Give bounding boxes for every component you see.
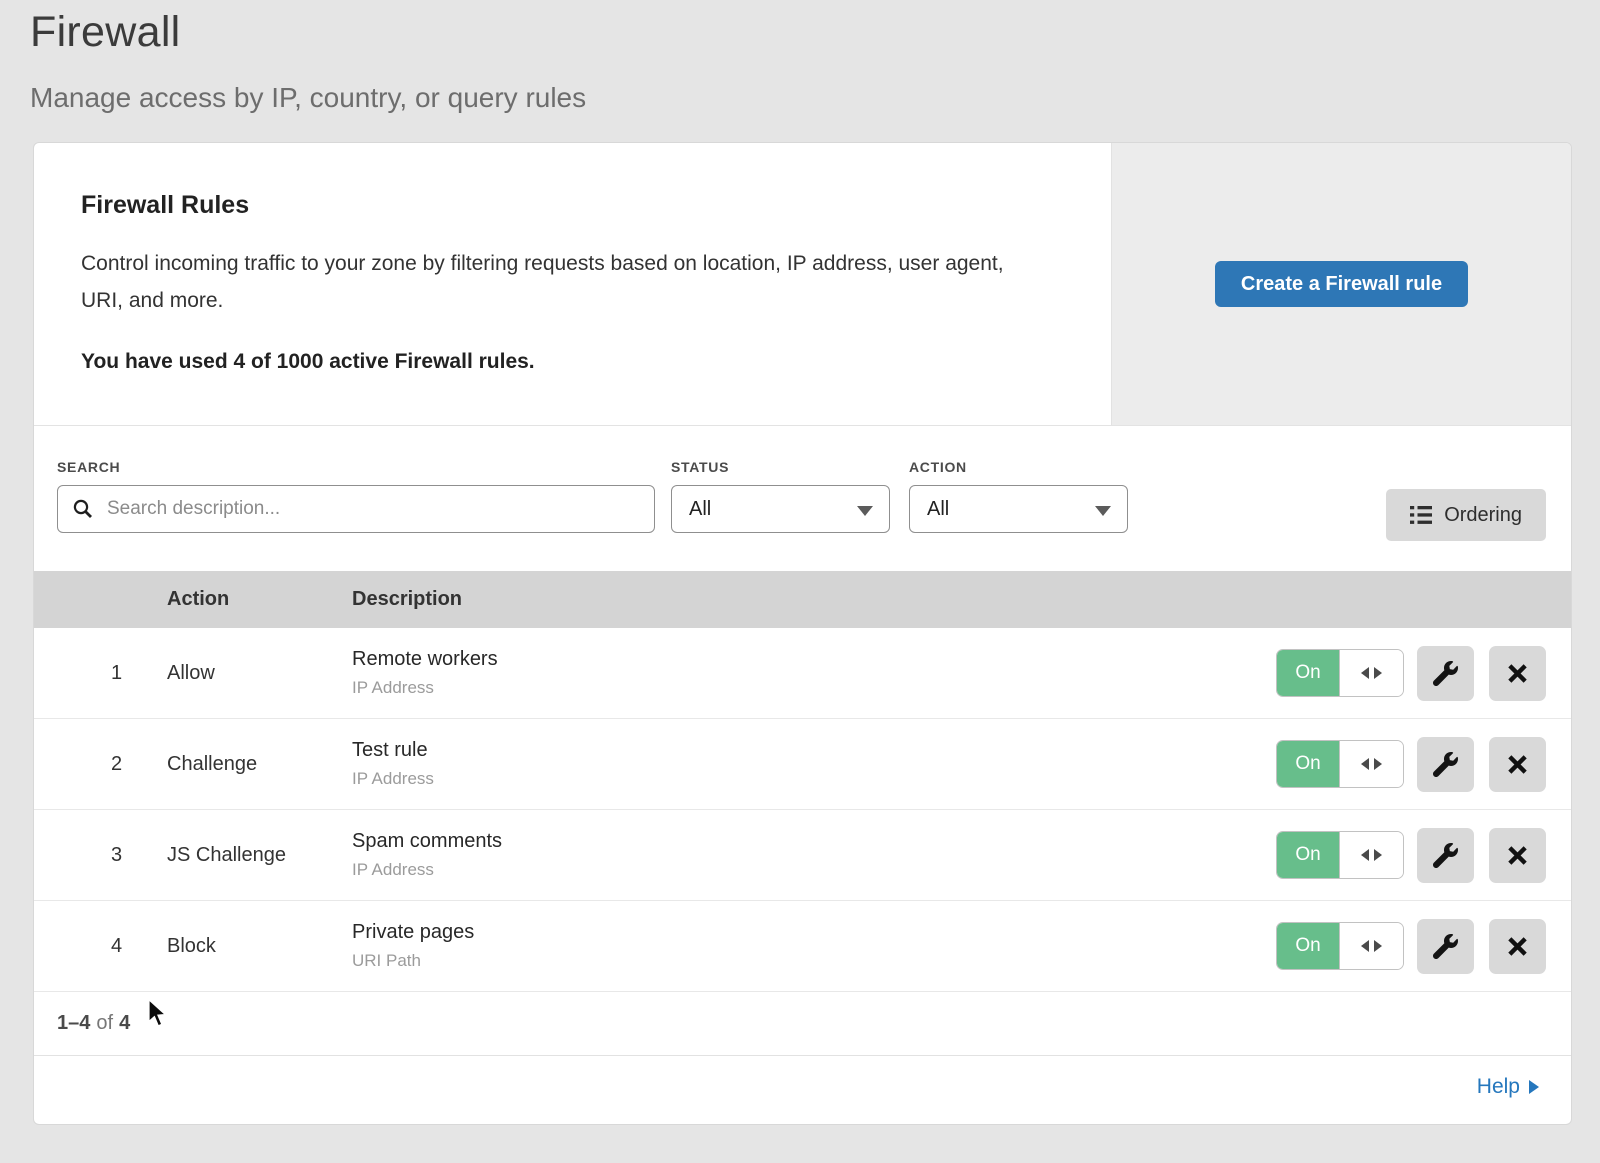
pagination-of: of <box>96 1012 113 1035</box>
rule-description-title: Remote workers <box>352 648 1276 671</box>
action-select-value: All <box>927 498 949 521</box>
rule-priority: 2 <box>34 753 167 776</box>
wrench-icon <box>1433 752 1458 777</box>
x-icon <box>1506 753 1529 776</box>
delete-rule-button[interactable] <box>1489 737 1546 792</box>
page: Firewall Manage access by IP, country, o… <box>0 0 1600 1163</box>
pagination-total: 4 <box>119 1012 130 1035</box>
filters-spacer <box>1147 459 1386 571</box>
firewall-rules-intro: Firewall Rules Control incoming traffic … <box>34 143 1111 425</box>
rule-enabled-toggle[interactable]: On <box>1276 649 1404 697</box>
page-header: Firewall Manage access by IP, country, o… <box>0 0 1600 114</box>
rule-match-field: IP Address <box>352 860 1276 880</box>
toggle-arrows-icon <box>1339 650 1403 696</box>
action-label: ACTION <box>909 459 1128 475</box>
rule-description: Remote workers IP Address <box>352 648 1276 698</box>
rule-description-title: Test rule <box>352 739 1276 762</box>
filters-bar: SEARCH STATUS All ACTION <box>34 426 1571 571</box>
page-subtitle: Manage access by IP, country, or query r… <box>30 82 1600 114</box>
status-select[interactable]: All <box>671 485 890 533</box>
rule-description: Private pages URI Path <box>352 921 1276 971</box>
help-arrow-icon <box>1529 1080 1539 1094</box>
action-column-header: Action <box>167 588 352 611</box>
search-icon <box>72 498 94 520</box>
rule-match-field: URI Path <box>352 951 1276 971</box>
toggle-on-label: On <box>1277 832 1339 878</box>
chevron-down-icon <box>1095 506 1111 516</box>
toggle-on-label: On <box>1277 741 1339 787</box>
wrench-icon <box>1433 843 1458 868</box>
help-link[interactable]: Help <box>1477 1075 1539 1099</box>
delete-rule-button[interactable] <box>1489 919 1546 974</box>
toggle-on-label: On <box>1277 650 1339 696</box>
rule-description: Spam comments IP Address <box>352 830 1276 880</box>
firewall-rules-card: Firewall Rules Control incoming traffic … <box>33 142 1572 1125</box>
rule-action: Allow <box>167 662 352 685</box>
toggle-on-label: On <box>1277 923 1339 969</box>
rule-match-field: IP Address <box>352 678 1276 698</box>
firewall-rule-row: 2 Challenge Test rule IP Address On <box>34 719 1571 810</box>
status-select-value: All <box>689 498 711 521</box>
x-icon <box>1506 844 1529 867</box>
rule-match-field: IP Address <box>352 769 1276 789</box>
card-footer: Help <box>34 1056 1571 1118</box>
rule-priority: 3 <box>34 844 167 867</box>
rules-usage-text: You have used 4 of 1000 active Firewall … <box>81 350 1051 374</box>
toggle-arrows-icon <box>1339 741 1403 787</box>
rule-enabled-toggle[interactable]: On <box>1276 922 1404 970</box>
rule-priority: 1 <box>34 662 167 685</box>
toggle-arrows-icon <box>1339 832 1403 878</box>
delete-rule-button[interactable] <box>1489 646 1546 701</box>
rule-enabled-toggle[interactable]: On <box>1276 831 1404 879</box>
wrench-icon <box>1433 661 1458 686</box>
status-filter: STATUS All <box>671 459 890 571</box>
panel-description: Control incoming traffic to your zone by… <box>81 245 1041 319</box>
x-icon <box>1506 662 1529 685</box>
configure-rule-button[interactable] <box>1417 646 1474 701</box>
list-icon <box>1410 505 1432 525</box>
rule-priority: 4 <box>34 935 167 958</box>
action-select[interactable]: All <box>909 485 1128 533</box>
help-link-label: Help <box>1477 1075 1520 1099</box>
search-filter: SEARCH <box>57 459 655 571</box>
rule-controls: On <box>1276 828 1571 883</box>
status-label: STATUS <box>671 459 890 475</box>
search-label: SEARCH <box>57 459 655 475</box>
create-firewall-rule-button[interactable]: Create a Firewall rule <box>1215 261 1468 307</box>
rule-enabled-toggle[interactable]: On <box>1276 740 1404 788</box>
rule-description: Test rule IP Address <box>352 739 1276 789</box>
wrench-icon <box>1433 934 1458 959</box>
ordering-button[interactable]: Ordering <box>1386 489 1546 541</box>
search-input[interactable] <box>105 497 640 521</box>
firewall-rule-row: 4 Block Private pages URI Path On <box>34 901 1571 992</box>
configure-rule-button[interactable] <box>1417 828 1474 883</box>
pagination: 1–4 of 4 <box>34 992 1571 1056</box>
rule-description-title: Private pages <box>352 921 1276 944</box>
chevron-down-icon <box>857 506 873 516</box>
rule-action: Block <box>167 935 352 958</box>
create-rule-panel: Create a Firewall rule <box>1111 143 1571 425</box>
search-input-wrapper <box>57 485 655 533</box>
firewall-rule-row: 1 Allow Remote workers IP Address On <box>34 628 1571 719</box>
action-filter: ACTION All <box>909 459 1128 571</box>
rule-action: JS Challenge <box>167 844 352 867</box>
page-title: Firewall <box>30 8 1600 57</box>
delete-rule-button[interactable] <box>1489 828 1546 883</box>
x-icon <box>1506 935 1529 958</box>
ordering-button-label: Ordering <box>1444 504 1522 527</box>
firewall-rule-row: 3 JS Challenge Spam comments IP Address … <box>34 810 1571 901</box>
rule-action: Challenge <box>167 753 352 776</box>
table-header: Action Description <box>34 571 1571 628</box>
rule-controls: On <box>1276 919 1571 974</box>
description-column-header: Description <box>352 588 1571 611</box>
toggle-arrows-icon <box>1339 923 1403 969</box>
pagination-range: 1–4 <box>57 1012 90 1035</box>
configure-rule-button[interactable] <box>1417 737 1474 792</box>
rule-controls: On <box>1276 737 1571 792</box>
card-top-section: Firewall Rules Control incoming traffic … <box>34 143 1571 426</box>
rule-controls: On <box>1276 646 1571 701</box>
configure-rule-button[interactable] <box>1417 919 1474 974</box>
panel-heading: Firewall Rules <box>81 191 1051 220</box>
rule-description-title: Spam comments <box>352 830 1276 853</box>
